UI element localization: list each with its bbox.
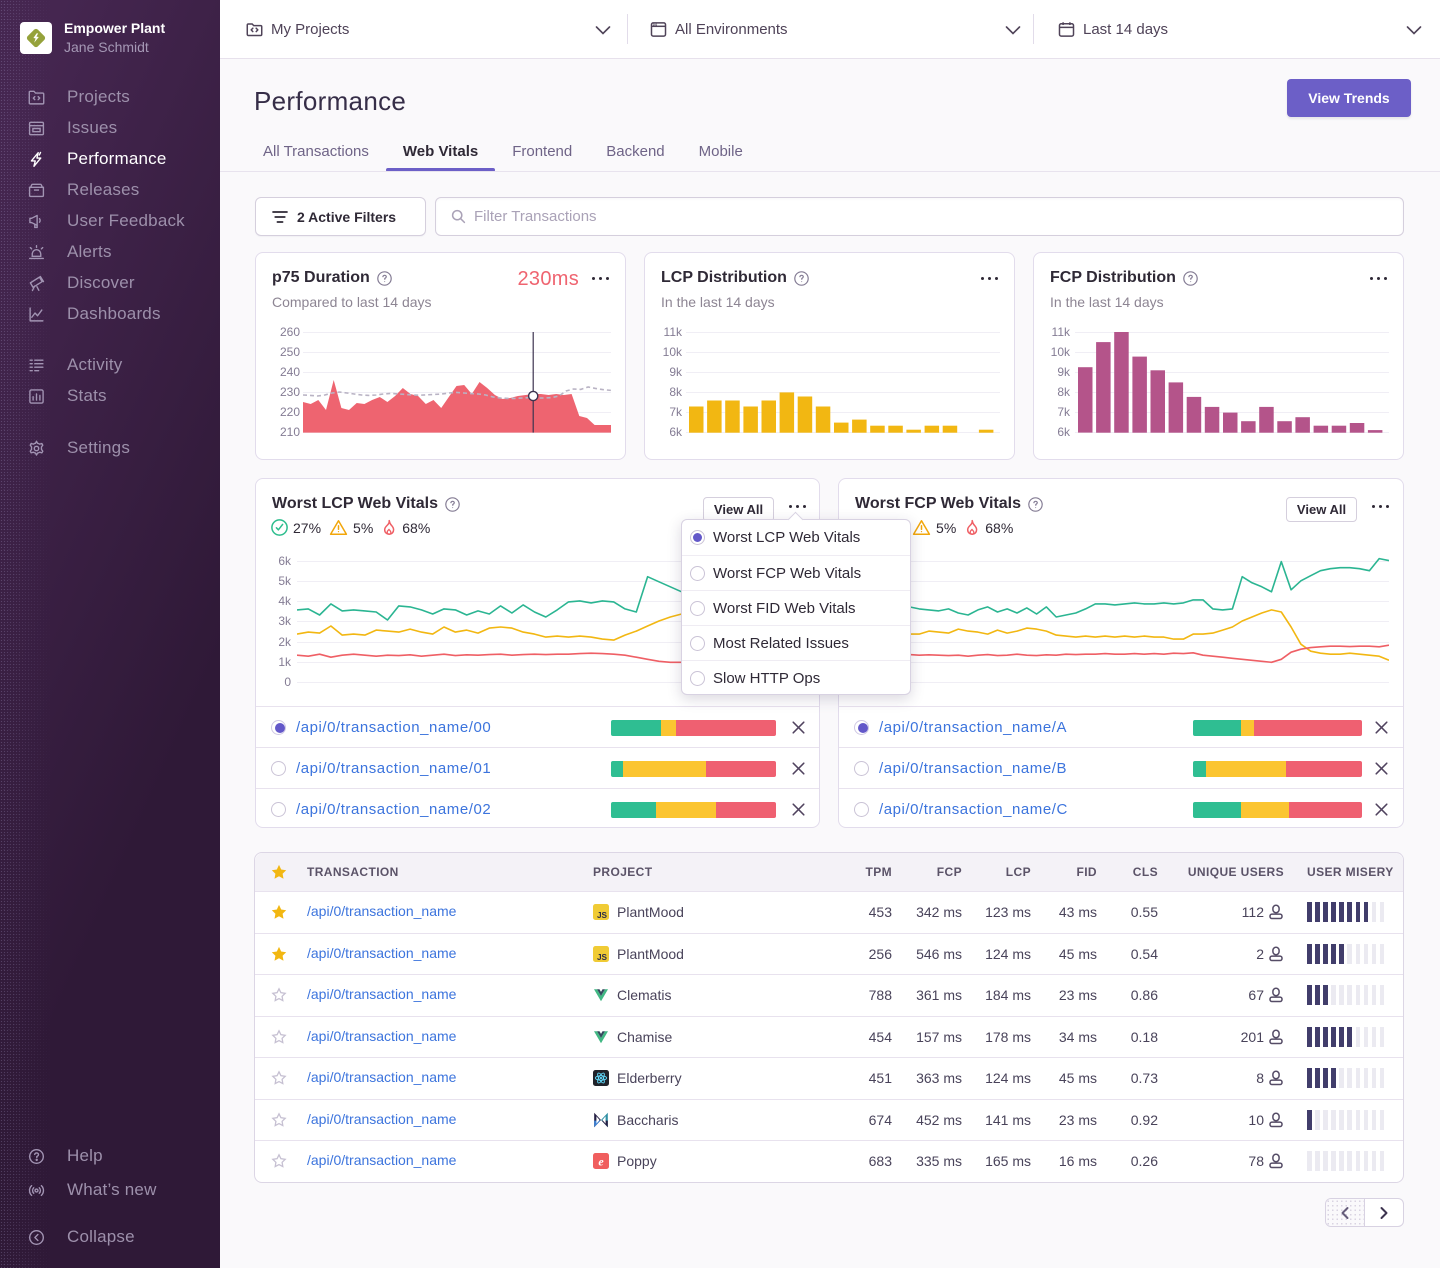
svg-text:JS: JS <box>597 953 608 962</box>
svg-text:e: e <box>598 1155 604 1169</box>
svg-text:JS: JS <box>597 911 608 920</box>
